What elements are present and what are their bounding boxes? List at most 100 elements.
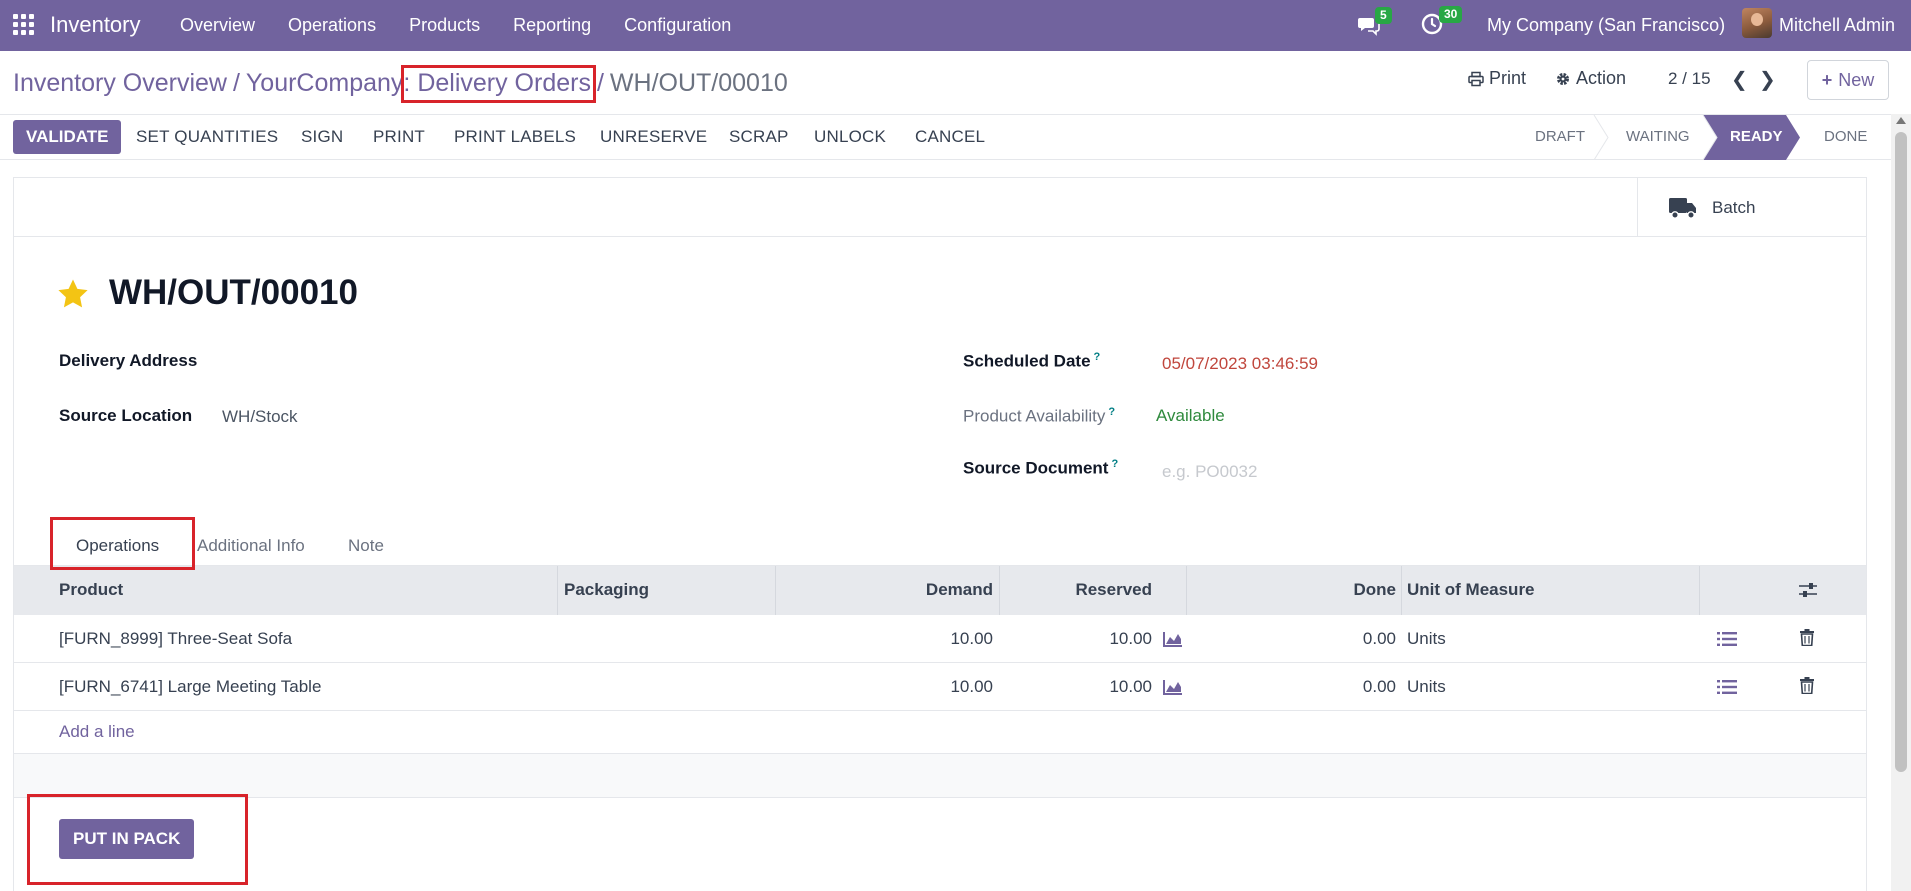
column-divider	[557, 566, 558, 615]
column-divider	[1401, 566, 1402, 615]
menu-overview[interactable]: Overview	[180, 15, 255, 36]
product-availability-value: Available	[1156, 406, 1225, 425]
chat-icon[interactable]: 5	[1357, 7, 1392, 37]
activities-badge: 30	[1439, 6, 1463, 23]
chevron-right-icon[interactable]: ❯	[1759, 67, 1776, 92]
scrollbar-thumb[interactable]	[1895, 132, 1907, 772]
tab-additional-info[interactable]: Additional Info	[197, 536, 305, 556]
breadcrumb-current: WH/OUT/00010	[609, 69, 788, 97]
column-unit-of-measure[interactable]: Unit of Measure	[1407, 580, 1535, 600]
breadcrumb-separator: /	[232, 69, 240, 97]
breadcrumb-separator: /	[596, 69, 604, 97]
table-header: Product Packaging Demand Reserved Done U…	[14, 566, 1866, 615]
clock-icon[interactable]: 30	[1420, 6, 1463, 36]
row-demand[interactable]: 10.00	[950, 629, 993, 649]
column-product[interactable]: Product	[59, 580, 123, 600]
forecast-chart-icon[interactable]	[1163, 631, 1183, 647]
forecast-chart-icon[interactable]	[1163, 679, 1183, 695]
row-reserved: 10.00	[1109, 629, 1152, 648]
pager-value[interactable]: 2 / 15	[1668, 69, 1711, 89]
plus-icon: +	[1821, 69, 1833, 90]
source-document-field[interactable]: e.g. PO0032	[1162, 462, 1257, 482]
trash-icon[interactable]	[1800, 677, 1814, 694]
table-footer	[14, 754, 1866, 798]
print-button[interactable]: PRINT	[373, 127, 425, 147]
company-switcher[interactable]: My Company (San Francisco)	[1487, 15, 1725, 36]
print-labels-button[interactable]: PRINT LABELS	[454, 127, 576, 147]
smart-button-row: Batch	[14, 178, 1866, 237]
form-sheet: Batch WH/OUT/00010 Delivery Address Sour…	[13, 177, 1867, 891]
new-label: New	[1838, 69, 1875, 90]
action-menu[interactable]: Action	[1555, 68, 1626, 89]
scheduled-date-field[interactable]: 05/07/2023 03:46:59	[1162, 354, 1318, 374]
menu-configuration[interactable]: Configuration	[624, 15, 731, 36]
source-document-label: Source Document?	[963, 458, 1119, 478]
table-row[interactable]: [FURN_8999] Three-Seat Sofa 10.00 10.00 …	[14, 615, 1866, 663]
add-line-link[interactable]: Add a line	[59, 722, 135, 742]
cancel-button[interactable]: CANCEL	[915, 127, 985, 147]
new-button[interactable]: + New	[1807, 60, 1889, 100]
help-icon[interactable]: ?	[1108, 406, 1115, 418]
validate-button[interactable]: VALIDATE	[13, 120, 122, 154]
source-location-field[interactable]: WH/Stock	[222, 407, 298, 427]
product-availability-label: Product Availability?	[963, 406, 1116, 426]
batch-smart-button[interactable]: Batch	[1637, 178, 1866, 237]
print-menu[interactable]: Print	[1468, 68, 1526, 89]
scheduled-date-label: Scheduled Date?	[963, 351, 1101, 371]
row-reserved: 10.00	[1109, 677, 1152, 696]
detailed-operations-icon[interactable]	[1717, 631, 1737, 647]
print-label: Print	[1489, 68, 1527, 88]
unreserve-button[interactable]: UNRESERVE	[600, 127, 707, 147]
column-packaging[interactable]: Packaging	[564, 580, 649, 600]
row-uom[interactable]: Units	[1407, 677, 1446, 697]
table-row[interactable]: [FURN_6741] Large Meeting Table 10.00 10…	[14, 663, 1866, 711]
row-done[interactable]: 0.00	[1363, 677, 1396, 697]
stage-waiting[interactable]: WAITING	[1626, 128, 1690, 145]
stage-done[interactable]: DONE	[1824, 128, 1867, 145]
stage-ready[interactable]: READY	[1730, 128, 1783, 145]
sign-button[interactable]: SIGN	[301, 127, 343, 147]
messages-badge: 5	[1375, 7, 1392, 24]
row-uom[interactable]: Units	[1407, 629, 1446, 649]
status-bar: VALIDATE SET QUANTITIES SIGN PRINT PRINT…	[0, 114, 1911, 160]
row-product[interactable]: [FURN_6741] Large Meeting Table	[59, 677, 321, 697]
column-divider	[1699, 566, 1700, 615]
gear-icon	[1557, 72, 1569, 85]
help-icon[interactable]: ?	[1111, 458, 1118, 470]
highlight-box-operations-tab	[50, 517, 195, 570]
apps-grid-icon[interactable]	[13, 14, 34, 35]
unlock-button[interactable]: UNLOCK	[814, 127, 886, 147]
highlight-box-delivery-orders	[401, 65, 596, 103]
help-icon[interactable]: ?	[1094, 351, 1101, 363]
star-icon[interactable]	[56, 277, 90, 311]
column-divider	[775, 566, 776, 615]
user-menu[interactable]: Mitchell Admin	[1779, 15, 1895, 36]
app-name[interactable]: Inventory	[50, 12, 141, 38]
highlight-box-put-in-pack	[27, 794, 248, 885]
menu-operations[interactable]: Operations	[288, 15, 376, 36]
scrap-button[interactable]: SCRAP	[729, 127, 789, 147]
chevron-left-icon[interactable]: ❮	[1731, 67, 1748, 92]
detailed-operations-icon[interactable]	[1717, 679, 1737, 695]
action-label: Action	[1576, 68, 1627, 88]
stage-draft[interactable]: DRAFT	[1535, 128, 1585, 145]
column-demand[interactable]: Demand	[926, 580, 993, 600]
breadcrumb-inventory-overview[interactable]: Inventory Overview	[13, 69, 227, 97]
batch-label: Batch	[1712, 197, 1756, 217]
row-demand[interactable]: 10.00	[950, 677, 993, 697]
trash-icon[interactable]	[1800, 629, 1814, 646]
column-done[interactable]: Done	[1354, 580, 1397, 600]
column-divider	[1186, 566, 1187, 615]
record-title: WH/OUT/00010	[109, 273, 358, 312]
set-quantities-button[interactable]: SET QUANTITIES	[136, 127, 278, 147]
column-reserved[interactable]: Reserved	[1075, 580, 1152, 600]
tab-note[interactable]: Note	[348, 536, 384, 556]
scrollbar[interactable]	[1891, 114, 1911, 891]
row-product[interactable]: [FURN_8999] Three-Seat Sofa	[59, 629, 292, 649]
avatar[interactable]	[1742, 8, 1772, 38]
menu-products[interactable]: Products	[409, 15, 480, 36]
scroll-up-arrow-icon[interactable]	[1896, 117, 1906, 124]
row-done[interactable]: 0.00	[1363, 629, 1396, 649]
column-settings-icon[interactable]	[1798, 581, 1818, 599]
menu-reporting[interactable]: Reporting	[513, 15, 591, 36]
